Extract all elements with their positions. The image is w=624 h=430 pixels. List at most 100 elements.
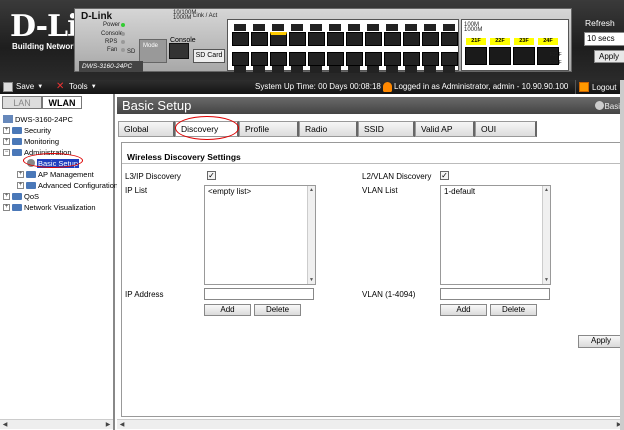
- vlan-id-input[interactable]: [440, 288, 550, 300]
- tree-item-label: QoS: [24, 191, 40, 201]
- folder-icon: [26, 170, 36, 178]
- power-led-icon: [121, 23, 125, 27]
- login-info: Logged in as Administrator, admin - 10.9…: [394, 82, 569, 91]
- expand-icon[interactable]: +: [17, 181, 24, 189]
- tree-item-label: Administration: [24, 147, 72, 157]
- ethernet-port-icon: [346, 32, 363, 46]
- ethernet-port-icon: [308, 32, 325, 46]
- scroll-right-icon[interactable]: ▶: [104, 421, 112, 429]
- scroll-left-icon[interactable]: ◀: [118, 421, 126, 429]
- page-vertical-scrollbar[interactable]: [620, 80, 624, 430]
- tree-item-ap-management[interactable]: + AP Management: [17, 169, 94, 179]
- expand-icon[interactable]: +: [3, 203, 10, 211]
- ethernet-port-icon: [270, 32, 287, 46]
- port-number-icon: [405, 24, 417, 31]
- left-navigation: LAN WLAN DWS-3160-24PC + Security + Moni…: [0, 94, 118, 430]
- refresh-interval-select[interactable]: 10 secs: [584, 32, 624, 46]
- l2-discovery-checkbox[interactable]: ✓: [440, 171, 449, 180]
- vlan-list-box[interactable]: 1-default ▲ ▼: [440, 185, 551, 285]
- port-number-icon: [253, 66, 265, 73]
- panel-brand: D-Link: [81, 11, 113, 22]
- ip-address-input[interactable]: [204, 288, 314, 300]
- tree-root[interactable]: DWS-3160-24PC: [3, 114, 73, 124]
- tree-item-monitoring[interactable]: + Monitoring: [3, 136, 59, 146]
- sfp-port-icon: [489, 47, 511, 65]
- folder-icon: [12, 192, 22, 200]
- scroll-up-icon[interactable]: ▲: [543, 186, 550, 194]
- scroll-down-icon[interactable]: ▼: [308, 276, 315, 284]
- port-number-icon: [367, 66, 379, 73]
- expand-icon[interactable]: +: [3, 192, 10, 200]
- tools-icon: ✕: [56, 81, 65, 92]
- vlan-list-label: VLAN List: [362, 186, 398, 195]
- floppy-icon: [3, 82, 13, 92]
- tab-radio[interactable]: Radio: [299, 121, 358, 137]
- collapse-icon[interactable]: −: [3, 148, 10, 156]
- sfp-label-21: 21F: [466, 38, 486, 45]
- tab-discovery[interactable]: Discovery: [175, 121, 239, 137]
- vlan-list-scrollbar[interactable]: ▲ ▼: [542, 186, 550, 284]
- tree-item-advanced-configuration[interactable]: + Advanced Configuration: [17, 180, 118, 190]
- tab-lan[interactable]: LAN: [2, 96, 42, 109]
- folder-icon: [12, 148, 22, 156]
- port-number-icon: [424, 66, 436, 73]
- tab-wlan[interactable]: WLAN: [42, 96, 82, 109]
- scroll-left-icon[interactable]: ◀: [1, 421, 9, 429]
- tools-label: Tools: [69, 82, 88, 91]
- tools-menu-button[interactable]: ✕ Tools ▼: [56, 81, 97, 93]
- ethernet-port-icon: [251, 32, 268, 46]
- port-number-icon: [405, 66, 417, 73]
- expand-icon[interactable]: +: [3, 126, 10, 134]
- model-tag: DWS-3160-24PC: [79, 61, 143, 72]
- tree-item-label: Monitoring: [24, 136, 60, 146]
- ethernet-port-icon: [308, 52, 325, 66]
- page-title-bar: Basic Setup Basic: [117, 97, 624, 114]
- ethernet-port-icon: [422, 52, 439, 66]
- vlan-id-label: VLAN (1-4094): [362, 290, 416, 299]
- port-number-icon: [367, 24, 379, 31]
- expand-icon[interactable]: +: [3, 137, 10, 145]
- tree-item-security[interactable]: + Security: [3, 125, 51, 135]
- ip-list-scrollbar[interactable]: ▲ ▼: [307, 186, 315, 284]
- help-icon[interactable]: [595, 101, 604, 110]
- scroll-down-icon[interactable]: ▼: [543, 276, 550, 284]
- ip-list-box[interactable]: <empty list> ▲ ▼: [204, 185, 316, 285]
- tab-valid-ap[interactable]: Valid AP: [415, 121, 475, 137]
- tab-profile[interactable]: Profile: [239, 121, 299, 137]
- refresh-label: Refresh: [585, 18, 615, 28]
- tree-item-label: AP Management: [38, 169, 94, 179]
- refresh-apply-button[interactable]: Apply: [594, 50, 624, 63]
- tab-oui[interactable]: OUI: [475, 121, 537, 137]
- tree-item-qos[interactable]: + QoS: [3, 191, 39, 201]
- apply-button[interactable]: Apply: [578, 335, 624, 348]
- list-item[interactable]: <empty list>: [208, 187, 251, 196]
- l3-discovery-label: L3/IP Discovery: [125, 172, 181, 181]
- tree-item-network-visualization[interactable]: + Network Visualization: [3, 202, 96, 212]
- ethernet-port-icon: [403, 52, 420, 66]
- tab-ssid[interactable]: SSID: [358, 121, 415, 137]
- expand-icon[interactable]: +: [17, 170, 24, 178]
- scroll-up-icon[interactable]: ▲: [308, 186, 315, 194]
- tree-item-administration[interactable]: − Administration: [3, 147, 72, 157]
- sfp-port-icon: [513, 47, 535, 65]
- save-menu-button[interactable]: Save ▼: [3, 81, 43, 93]
- vlan-add-button[interactable]: Add: [440, 304, 487, 316]
- l2-discovery-label: L2/VLAN Discovery: [362, 172, 432, 181]
- main-horizontal-scrollbar[interactable]: ◀ ▶: [117, 419, 624, 429]
- sfp-port-icon: [465, 47, 487, 65]
- l3-discovery-checkbox[interactable]: ✓: [207, 171, 216, 180]
- left-horizontal-scrollbar[interactable]: ◀ ▶: [0, 419, 113, 429]
- tree-item-label: Advanced Configuration: [38, 180, 119, 190]
- main-content: Basic Setup Basic Global Discovery Profi…: [117, 94, 624, 430]
- list-item[interactable]: 1-default: [444, 187, 475, 196]
- tree-item-basic-setup[interactable]: Basic Setup: [27, 158, 80, 168]
- logout-button[interactable]: Logout: [575, 80, 616, 94]
- port-number-icon: [291, 66, 303, 73]
- ethernet-port-icon: [441, 52, 458, 66]
- port-number-icon: [310, 24, 322, 31]
- ip-delete-button[interactable]: Delete: [254, 304, 301, 316]
- vlan-delete-button[interactable]: Delete: [490, 304, 537, 316]
- ip-add-button[interactable]: Add: [204, 304, 251, 316]
- tab-global[interactable]: Global: [118, 121, 175, 137]
- sfp-label-24: 24F: [538, 38, 558, 45]
